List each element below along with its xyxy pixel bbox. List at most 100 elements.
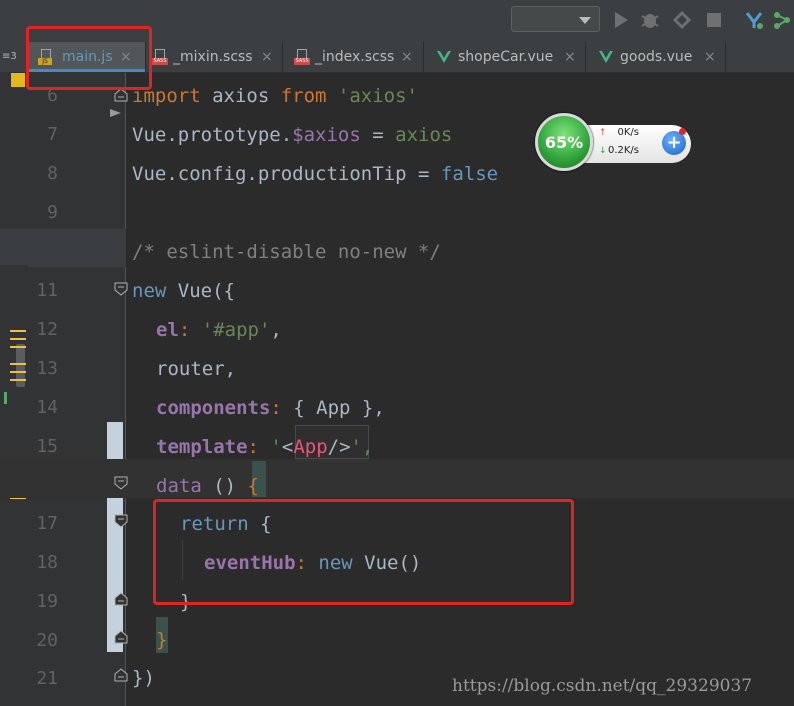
vcs-update-icon[interactable]	[744, 10, 764, 30]
line-number: 17	[36, 513, 58, 534]
network-speed-widget[interactable]: ↑ 0K/s ↓ 0.2K/s + 65%	[533, 113, 691, 171]
fold-toggle-icon[interactable]	[114, 668, 128, 682]
identifier: { App },	[293, 397, 385, 419]
brace: }	[156, 629, 168, 651]
fold-toggle-icon[interactable]	[114, 88, 128, 102]
tab-mixin-scss[interactable]: SASS _mixin.scss ×	[146, 42, 283, 72]
property: $axios	[292, 124, 361, 146]
fold-toggle-icon[interactable]	[114, 282, 128, 296]
run-icon[interactable]	[611, 10, 631, 30]
code-line: template: '<App/>',	[156, 436, 373, 458]
close-icon[interactable]: ×	[704, 49, 716, 65]
code-line: })	[132, 667, 155, 689]
tag-bracket: <	[281, 436, 294, 458]
change-marker	[10, 363, 26, 365]
string-literal: 'axios'	[326, 85, 418, 107]
identifier: axios	[395, 124, 453, 146]
fold-toggle-icon[interactable]	[114, 514, 128, 528]
boolean-literal: false	[440, 163, 499, 185]
tag-bracket: />	[327, 436, 351, 458]
keyword: from	[280, 85, 327, 107]
string-literal: '	[270, 436, 282, 458]
code-line: router,	[156, 358, 236, 380]
stop-icon[interactable]	[704, 10, 724, 30]
close-icon[interactable]: ×	[564, 49, 576, 65]
operator: :	[247, 436, 271, 458]
code-line: }	[156, 629, 167, 651]
fold-toggle-icon[interactable]	[114, 592, 128, 606]
change-marker	[10, 379, 26, 381]
identifier: ()	[201, 475, 248, 497]
chevron-down-icon	[579, 17, 591, 24]
line-number: 7	[47, 124, 58, 145]
comment: /* eslint-disable no-new */	[132, 241, 441, 263]
tab-label: _index.scss	[315, 49, 395, 65]
change-marker	[10, 338, 26, 340]
row-highlight	[0, 229, 28, 265]
line-number: 9	[47, 202, 58, 223]
change-marker	[10, 330, 26, 332]
fold-toggle-icon[interactable]	[114, 476, 128, 490]
line-number: 18	[36, 552, 58, 573]
tab-label: _mixin.scss	[173, 49, 253, 65]
code-line: components: { App },	[156, 397, 385, 419]
debug-icon[interactable]	[640, 10, 660, 30]
tab-index-scss[interactable]: SASS _index.scss ×	[283, 42, 424, 72]
vue-file-icon	[437, 51, 451, 63]
vcs-changed-lines-bar[interactable]	[107, 422, 123, 652]
keyword: new	[132, 280, 167, 302]
brace: })	[132, 667, 155, 689]
annotation-box-return	[153, 499, 574, 605]
change-marker	[4, 392, 7, 404]
brace: {	[247, 475, 259, 497]
usage-percent: 65%	[544, 133, 584, 152]
code-line: el: '#app',	[156, 319, 282, 341]
warning-marker	[11, 73, 25, 87]
change-marker	[10, 346, 26, 348]
sass-file-icon: SASS	[294, 49, 310, 65]
line-number: 8	[47, 163, 58, 184]
method-name: data	[156, 475, 202, 497]
line-number: 14	[36, 397, 58, 418]
object-key: el	[156, 319, 179, 341]
left-tool-strip	[0, 73, 28, 706]
speed-panel: ↑ 0K/s ↓ 0.2K/s +	[583, 125, 691, 163]
object-key: components	[156, 397, 271, 419]
tab-count-indicator[interactable]: ≡3	[2, 51, 17, 62]
tab-goods-vue[interactable]: goods.vue ×	[586, 42, 726, 72]
identifier: Vue.config.productionTip	[132, 163, 418, 185]
string-literal: ',	[350, 436, 374, 458]
coverage-icon[interactable]	[672, 10, 692, 30]
annotation-box-tab	[26, 26, 152, 90]
upload-speed: 0K/s	[617, 127, 640, 138]
close-icon[interactable]: ×	[401, 49, 413, 65]
vue-file-icon	[599, 51, 613, 63]
line-number: 21	[36, 668, 58, 689]
fold-toggle-icon[interactable]	[114, 630, 128, 644]
code-line: Vue.config.productionTip = false	[132, 163, 498, 185]
code-line: Vue.prototype.$axios = axios	[132, 124, 452, 146]
line-number: 13	[36, 358, 58, 379]
vcs-branch-icon[interactable]	[772, 10, 792, 30]
close-icon[interactable]: ×	[261, 49, 273, 65]
download-arrow-icon: ↓	[599, 146, 607, 156]
code-line: import axios from 'axios'	[132, 85, 418, 107]
sass-file-icon: SASS	[152, 49, 168, 65]
identifier: router,	[156, 358, 237, 380]
object-key: template	[156, 436, 248, 458]
operator: =	[360, 124, 396, 146]
identifier: Vue.prototype.	[132, 124, 293, 146]
operator: :	[270, 397, 294, 419]
code-line: new Vue({	[132, 280, 235, 302]
breakpoint-arrow-icon	[110, 109, 121, 117]
line-number: 11	[36, 280, 58, 301]
tab-shopecar-vue[interactable]: shopeCar.vue ×	[424, 42, 586, 72]
line-number: 15	[36, 436, 58, 457]
usage-circle[interactable]: 65%	[535, 113, 593, 171]
change-marker	[10, 371, 26, 373]
line-number: 19	[36, 591, 58, 612]
tag-name: App	[293, 436, 328, 458]
run-configuration-select[interactable]	[511, 6, 600, 32]
line-number: 12	[36, 319, 58, 340]
tab-label: shopeCar.vue	[458, 49, 554, 65]
